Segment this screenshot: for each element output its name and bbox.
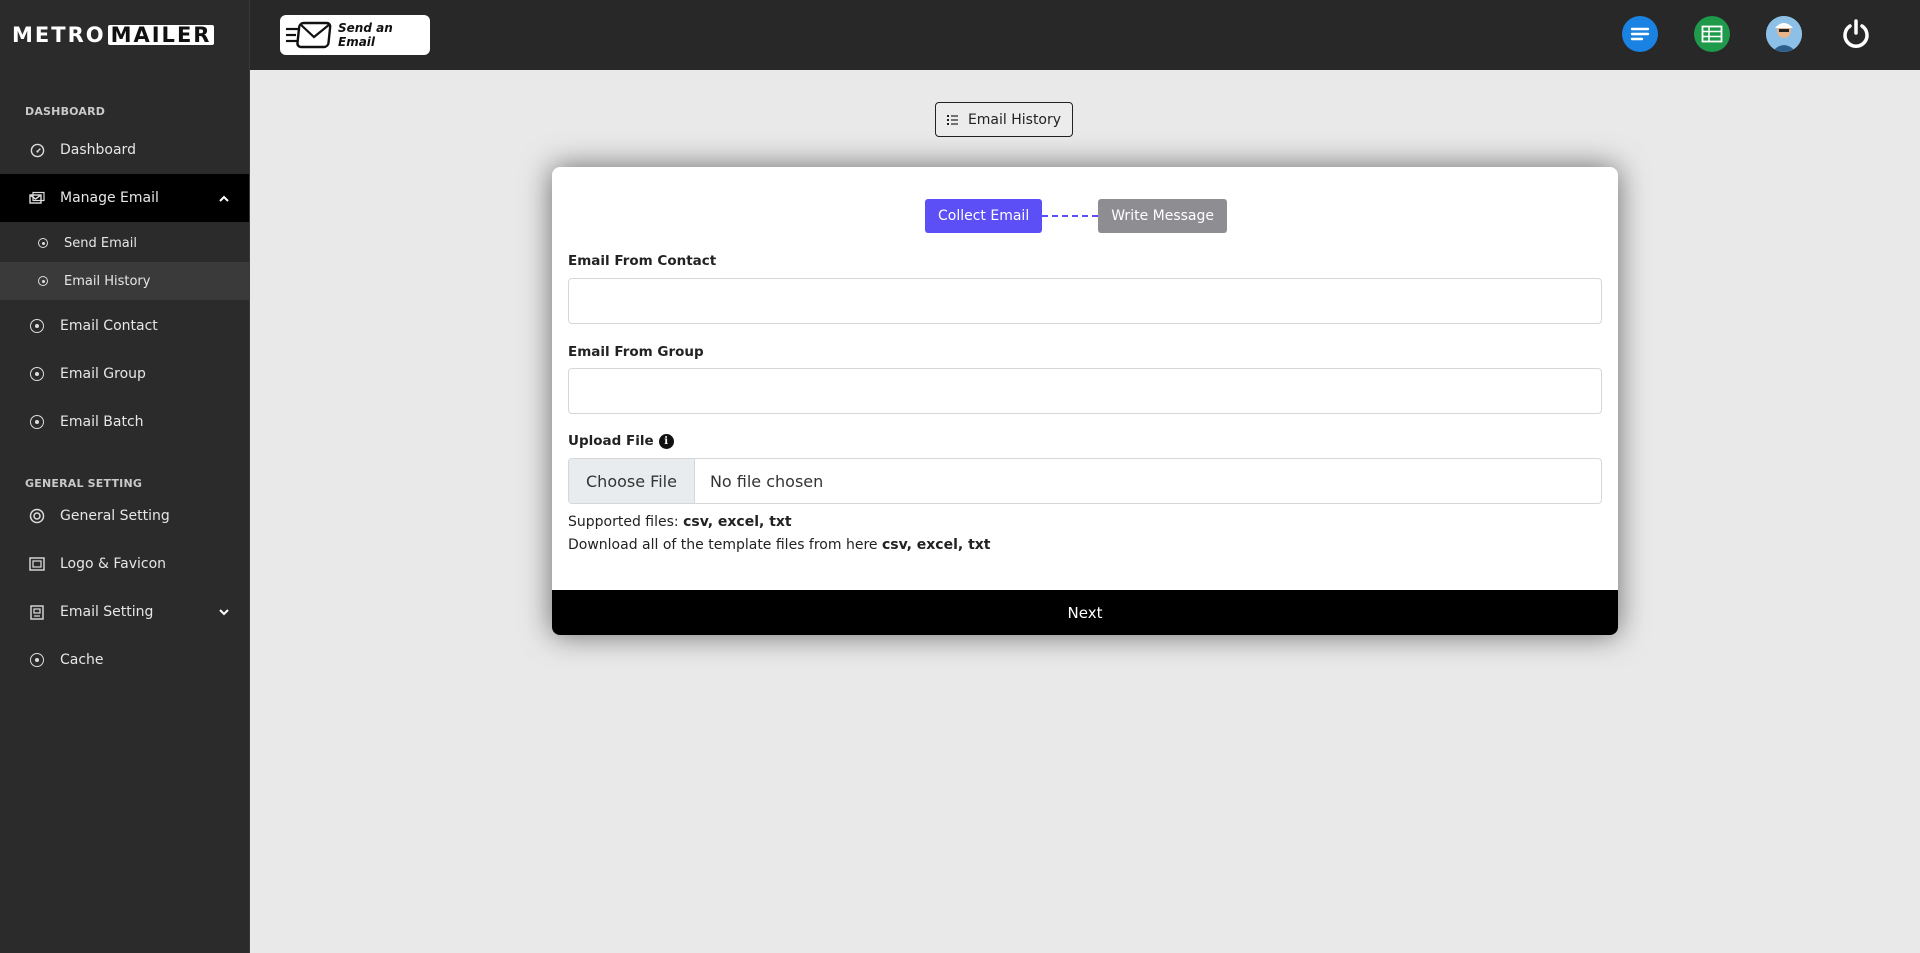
sidebar-subitem-send-email[interactable]: Send Email <box>0 224 249 262</box>
circle-dot-icon <box>28 365 46 383</box>
upload-file-label: Upload File <box>568 433 654 449</box>
sidebar-subitem-label: Send Email <box>64 235 137 251</box>
circle-dot-icon <box>28 651 46 669</box>
stepper: Collect Email Write Message <box>552 199 1618 233</box>
supported-prefix: Supported files: <box>568 514 679 530</box>
sidebar-item-email-batch[interactable]: Email Batch <box>0 398 249 446</box>
sidebar-subitem-email-history[interactable]: Email History <box>0 262 249 300</box>
send-email-badge[interactable]: Send an Email <box>280 15 430 55</box>
sidebar-item-email-setting[interactable]: Email Setting <box>0 588 249 636</box>
chevron-up-icon <box>219 193 229 203</box>
sidebar-item-label: Dashboard <box>60 142 136 158</box>
sidebar-item-dashboard[interactable]: Dashboard <box>0 126 249 174</box>
spreadsheet-icon[interactable] <box>1694 16 1730 52</box>
download-template-links[interactable]: csv, excel, txt <box>882 537 991 553</box>
brand-logo[interactable]: METRO MAILER <box>0 0 249 70</box>
brand-part1: METRO <box>12 23 106 47</box>
download-templates-text: Download all of the template files from … <box>568 537 991 553</box>
bullet-icon <box>38 276 48 286</box>
supported-files-text: Supported files: csv, excel, txt <box>568 514 792 530</box>
sidebar-item-manage-email[interactable]: Manage Email <box>0 174 249 222</box>
envelope-lines-icon <box>284 19 334 51</box>
sidebar-item-email-contact[interactable]: Email Contact <box>0 302 249 350</box>
sidebar-item-label: Email Batch <box>60 414 144 430</box>
sidebar-subitem-label: Email History <box>64 273 151 289</box>
sidebar-item-label: General Setting <box>60 508 170 524</box>
step-connector <box>1042 215 1099 217</box>
choose-file-button[interactable]: Choose File <box>569 459 695 503</box>
download-prefix: Download all of the template files from … <box>568 537 878 553</box>
avatar[interactable] <box>1766 16 1802 52</box>
section-title-general: GENERAL SETTING <box>25 477 143 490</box>
email-from-contact-select[interactable] <box>568 278 1602 324</box>
step-write-message[interactable]: Write Message <box>1098 199 1227 233</box>
send-email-form-card: Collect Email Write Message Email From C… <box>552 167 1618 635</box>
upload-file-label-row: Upload File i <box>568 433 674 449</box>
send-email-badge-label: Send an Email <box>338 21 393 49</box>
sidebar-item-cache[interactable]: Cache <box>0 636 249 684</box>
power-icon[interactable] <box>1838 16 1874 52</box>
step-collect-email[interactable]: Collect Email <box>925 199 1043 233</box>
gauge-icon <box>28 141 46 159</box>
sidebar-item-label: Cache <box>60 652 104 668</box>
circle-dot-icon <box>28 317 46 335</box>
settings-icon <box>28 507 46 525</box>
supported-types: csv, excel, txt <box>683 514 792 530</box>
info-icon[interactable]: i <box>658 433 674 449</box>
email-history-button-label: Email History <box>967 111 1062 128</box>
sidebar-item-label: Email Setting <box>60 604 154 620</box>
topbar: Send an Email <box>250 0 1920 70</box>
email-from-group-select[interactable] <box>568 368 1602 414</box>
image-icon <box>28 555 46 573</box>
email-from-contact-label: Email From Contact <box>568 253 717 269</box>
email-history-button[interactable]: Email History <box>935 102 1073 137</box>
sidebar-item-logo-favicon[interactable]: Logo & Favicon <box>0 540 249 588</box>
chevron-down-icon <box>219 607 229 617</box>
upload-file-input[interactable]: Choose File No file chosen <box>568 458 1602 504</box>
circle-dot-icon <box>28 413 46 431</box>
sidebar-item-general-setting[interactable]: General Setting <box>0 492 249 540</box>
menu-icon[interactable] <box>1622 16 1658 52</box>
sidebar-item-label: Email Contact <box>60 318 158 334</box>
mail-settings-icon <box>28 603 46 621</box>
next-button[interactable]: Next <box>552 590 1618 635</box>
section-title-dashboard: DASHBOARD <box>25 105 106 118</box>
sidebar-item-label: Logo & Favicon <box>60 556 167 572</box>
no-file-text: No file chosen <box>709 471 824 491</box>
list-icon <box>946 114 958 125</box>
brand-part2: MAILER <box>107 25 215 46</box>
email-from-group-label: Email From Group <box>568 344 704 360</box>
bullet-icon <box>38 238 48 248</box>
sidebar-item-label: Manage Email <box>60 190 159 206</box>
sidebar-item-label: Email Group <box>60 366 146 382</box>
sidebar: METRO MAILER DASHBOARD Dashboard Manage … <box>0 0 250 953</box>
sidebar-item-email-group[interactable]: Email Group <box>0 350 249 398</box>
mail-stack-icon <box>28 189 46 207</box>
